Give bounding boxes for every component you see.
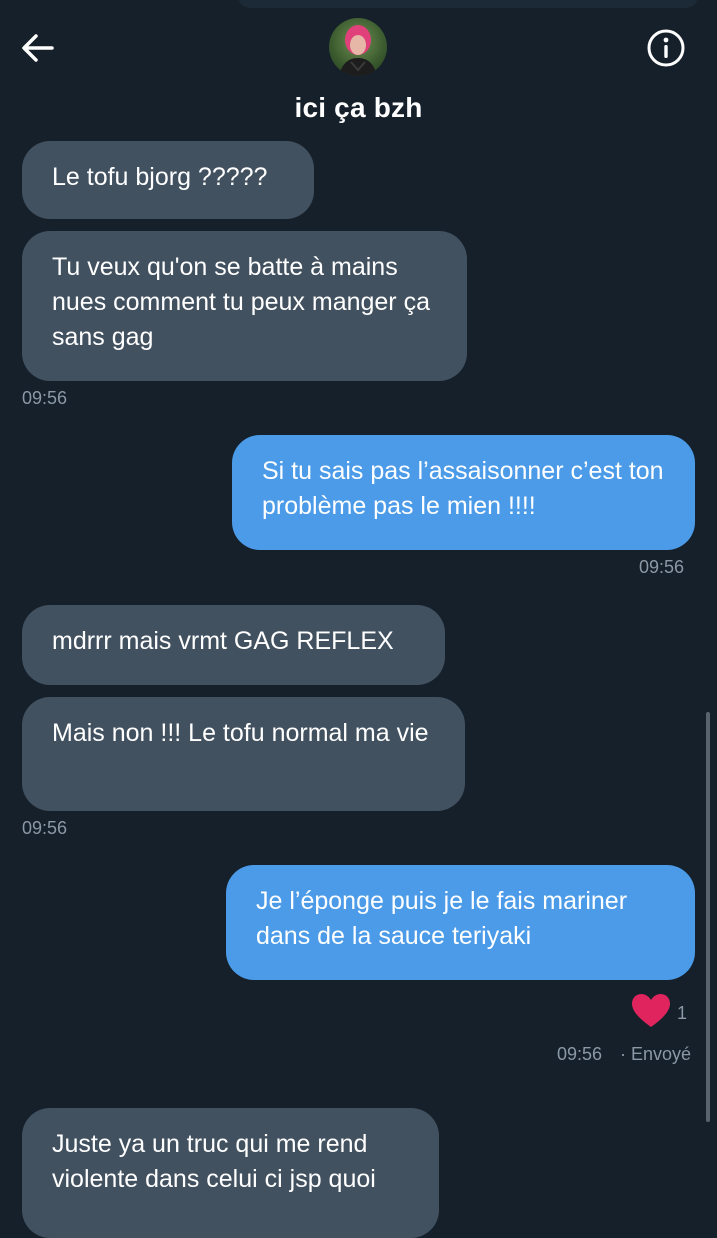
message-bubble-received[interactable]: Le tofu bjorg ?????: [22, 141, 314, 219]
message-bubble-received[interactable]: Mais non !!! Le tofu normal ma vie: [22, 697, 465, 811]
message-bubble-sent[interactable]: Si tu sais pas l’assaisonner c’est ton p…: [232, 435, 695, 550]
conversation-title: ici ça bzh: [294, 92, 423, 123]
conversation-header: ici ça bzh: [0, 0, 717, 135]
message-bubble-received[interactable]: mdrrr mais vrmt GAG REFLEX: [22, 605, 445, 685]
reaction-count: 1: [677, 1003, 688, 1023]
heart-icon[interactable]: [631, 993, 671, 1029]
message-timestamp: 09:56: [639, 557, 685, 577]
scrollbar[interactable]: [706, 712, 710, 1122]
top-edge-glow: [238, 0, 698, 8]
message-timestamp: 09:56: [22, 818, 68, 838]
message-bubble-received[interactable]: Juste ya un truc qui me rend violente da…: [22, 1108, 439, 1238]
message-bubble-received[interactable]: Tu veux qu'on se batte à mains nues comm…: [22, 231, 467, 381]
avatar[interactable]: [329, 18, 387, 76]
info-icon[interactable]: [645, 27, 687, 69]
message-timestamp: 09:56: [22, 388, 68, 408]
back-arrow-icon[interactable]: [18, 28, 58, 68]
message-bubble-sent[interactable]: Je l’éponge puis je le fais mariner dans…: [226, 865, 695, 980]
message-timestamp: 09:56: [557, 1044, 603, 1064]
sent-status: · Envoyé: [620, 1044, 692, 1064]
